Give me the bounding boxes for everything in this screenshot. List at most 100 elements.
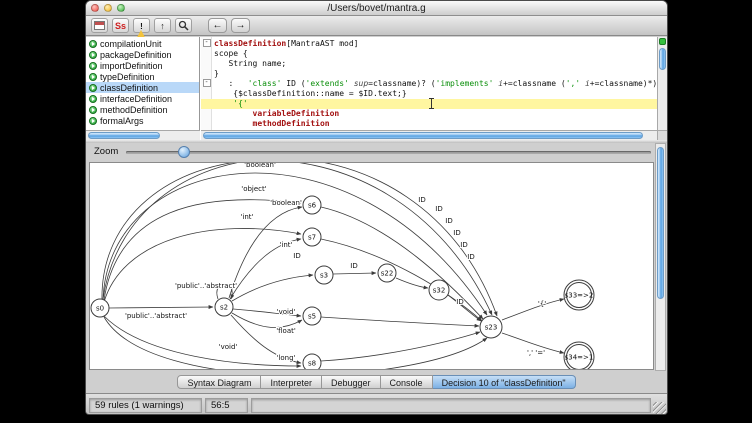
forward-button[interactable]: → <box>231 18 250 33</box>
svg-text:s5: s5 <box>308 313 316 321</box>
dfa-edge <box>104 228 301 302</box>
rule-icon <box>89 117 97 125</box>
rule-label: methodDefinition <box>100 105 168 115</box>
dfa-edge <box>321 317 479 326</box>
dfa-node-s32[interactable]: s32 <box>429 280 449 300</box>
zoom-label: Zoom <box>94 146 118 157</box>
edge-label: 'boolean' <box>270 199 302 207</box>
svg-text:s34=>1: s34=>1 <box>565 354 594 362</box>
dfa-node-s2[interactable]: s2 <box>215 298 233 316</box>
code-line[interactable]: methodDefinition <box>214 119 657 129</box>
code-line[interactable]: scope { <box>214 49 657 59</box>
sidebar-item-importdefinition[interactable]: importDefinition <box>86 60 199 71</box>
edge-label: ID <box>435 205 442 213</box>
code-line[interactable]: classDefinition[MantraAST mod] <box>214 39 657 49</box>
find-button[interactable] <box>175 18 192 33</box>
dfa-node-s8[interactable]: s8 <box>303 354 321 370</box>
code-line[interactable]: : 'class' ID ('extends' sup=classname)? … <box>214 79 657 89</box>
zoom-slider[interactable] <box>126 145 651 159</box>
fold-icon[interactable]: - <box>203 39 211 47</box>
sidebar-item-compilationunit[interactable]: compilationUnit <box>86 38 199 49</box>
rule-label: interfaceDefinition <box>100 94 172 104</box>
diagram-vscroll-thumb[interactable] <box>657 147 664 299</box>
back-button[interactable]: ← <box>208 18 227 33</box>
dfa-node-s6[interactable]: s6 <box>303 196 321 214</box>
fold-icon[interactable]: - <box>203 79 211 87</box>
code-line[interactable]: } <box>214 69 657 79</box>
svg-text:s3: s3 <box>320 272 328 280</box>
sidebar-item-packagedefinition[interactable]: packageDefinition <box>86 49 199 60</box>
editor-vscrollbar[interactable] <box>657 37 667 130</box>
svg-text:s0: s0 <box>96 305 104 313</box>
tab-decision-10-of-classdefinition[interactable]: Decision 10 of "classDefinition" <box>433 375 576 389</box>
editor-vscroll-thumb[interactable] <box>659 48 666 70</box>
edge-label: 'public'..'abstract' <box>125 312 187 320</box>
rule-icon <box>89 73 97 81</box>
title-bar[interactable]: /Users/bovet/mantra.g <box>86 1 667 16</box>
dfa-diagram[interactable]: s0 s2 s6 s7 s3 s22 s32 s5 s8 s23 s33=>2 s34=>1 'boo… <box>89 162 654 370</box>
edge-label: ID <box>293 252 300 260</box>
zoom-row: Zoom <box>86 143 667 160</box>
zoom-slider-thumb[interactable] <box>178 146 190 158</box>
code-lines[interactable]: classDefinition[MantraAST mod]scope { St… <box>214 39 657 129</box>
rule-list-hscroll-thumb[interactable] <box>88 132 160 139</box>
rule-label: packageDefinition <box>100 50 172 60</box>
edge-label: 'void' <box>219 343 238 351</box>
warning-icon: ! <box>135 20 148 31</box>
editor-hscrollbar[interactable] <box>201 130 657 140</box>
edge-label: 'int' <box>241 213 254 221</box>
tab-debugger[interactable]: Debugger <box>322 375 381 389</box>
diagram-vscrollbar[interactable] <box>655 143 666 371</box>
sidebar-item-classdefinition[interactable]: classDefinition <box>86 82 199 93</box>
dfa-edge <box>104 316 301 366</box>
tab-interpreter[interactable]: Interpreter <box>261 375 322 389</box>
code-line[interactable]: {$classDefinition::name = $ID.text;} <box>214 89 657 99</box>
sidebar-item-interfacedefinition[interactable]: interfaceDefinition <box>86 93 199 104</box>
dfa-node-s33-2[interactable]: s33=>2 <box>564 280 594 310</box>
sidebar-item-formalargs[interactable]: formalArgs <box>86 115 199 126</box>
edge-label: 'int' <box>280 241 293 249</box>
rule-icon <box>89 40 97 48</box>
dfa-edge <box>333 273 376 274</box>
warnings-button[interactable]: ! <box>133 18 150 33</box>
dfa-node-s3[interactable]: s3 <box>315 266 333 284</box>
grammar-editor[interactable]: - - classDefinition[MantraAST mod]scope … <box>201 37 657 130</box>
dfa-node-s23[interactable]: s23 <box>480 316 502 338</box>
sidebar-item-typedefinition[interactable]: typeDefinition <box>86 71 199 82</box>
dfa-edge <box>321 332 480 361</box>
code-line[interactable]: variableDefinition <box>214 109 657 119</box>
resize-grip[interactable] <box>653 402 666 415</box>
upper-split: compilationUnitpackageDefinitionimportDe… <box>86 37 667 140</box>
editor-hscroll-thumb[interactable] <box>203 132 643 139</box>
check-grammar-button[interactable]: ↑ <box>154 18 171 33</box>
rule-list-hscrollbar[interactable] <box>86 130 200 140</box>
grammar-health-indicator <box>659 38 666 45</box>
toolbar: Ss ! ↑ ← → <box>86 16 667 36</box>
rule-label: typeDefinition <box>100 72 155 82</box>
rule-count-field: 59 rules (1 warnings) <box>89 398 202 413</box>
svg-text:s22: s22 <box>381 270 394 278</box>
rule-list[interactable]: compilationUnitpackageDefinitionimportDe… <box>86 37 200 130</box>
font-size-button[interactable]: Ss <box>112 18 129 33</box>
rule-icon <box>89 51 97 59</box>
tab-console[interactable]: Console <box>381 375 433 389</box>
zoom-slider-track <box>126 151 651 154</box>
sidebar-item-methoddefinition[interactable]: methodDefinition <box>86 104 199 115</box>
rule-label: formalArgs <box>100 116 144 126</box>
dfa-node-s5[interactable]: s5 <box>303 307 321 325</box>
code-line[interactable]: String name; <box>214 59 657 69</box>
editor-gutter: - - <box>201 37 212 130</box>
rule-icon <box>89 95 97 103</box>
dfa-node-s0[interactable]: s0 <box>91 299 109 317</box>
dfa-node-s7[interactable]: s7 <box>303 228 321 246</box>
svg-text:s32: s32 <box>433 287 446 295</box>
console-button[interactable] <box>91 18 108 33</box>
tab-syntax-diagram[interactable]: Syntax Diagram <box>177 375 261 389</box>
svg-text:s23: s23 <box>485 324 498 332</box>
edge-label: '{' <box>538 300 546 308</box>
app-window: /Users/bovet/mantra.g Ss ! ↑ ← → compila… <box>85 0 668 415</box>
dfa-node-s34-1[interactable]: s34=>1 <box>564 342 594 370</box>
dfa-node-s22[interactable]: s22 <box>378 264 396 282</box>
rule-label: compilationUnit <box>100 39 162 49</box>
svg-text:s33=>2: s33=>2 <box>565 292 594 300</box>
